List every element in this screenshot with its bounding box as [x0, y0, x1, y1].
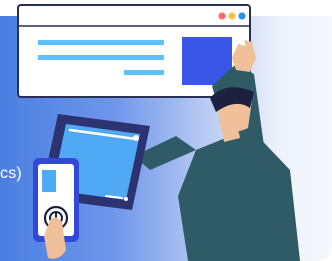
window-dot-red: [218, 12, 226, 20]
illustration-svg: [17, 4, 300, 261]
window-dot-yellow: [228, 12, 236, 20]
window-text-line-2: [38, 55, 164, 60]
window-dot-blue: [238, 12, 246, 20]
phone-icon: [33, 158, 79, 259]
window-text-line-1: [38, 40, 164, 45]
window-text-line-3: [124, 70, 164, 75]
illustration-stage: cs): [0, 0, 332, 261]
